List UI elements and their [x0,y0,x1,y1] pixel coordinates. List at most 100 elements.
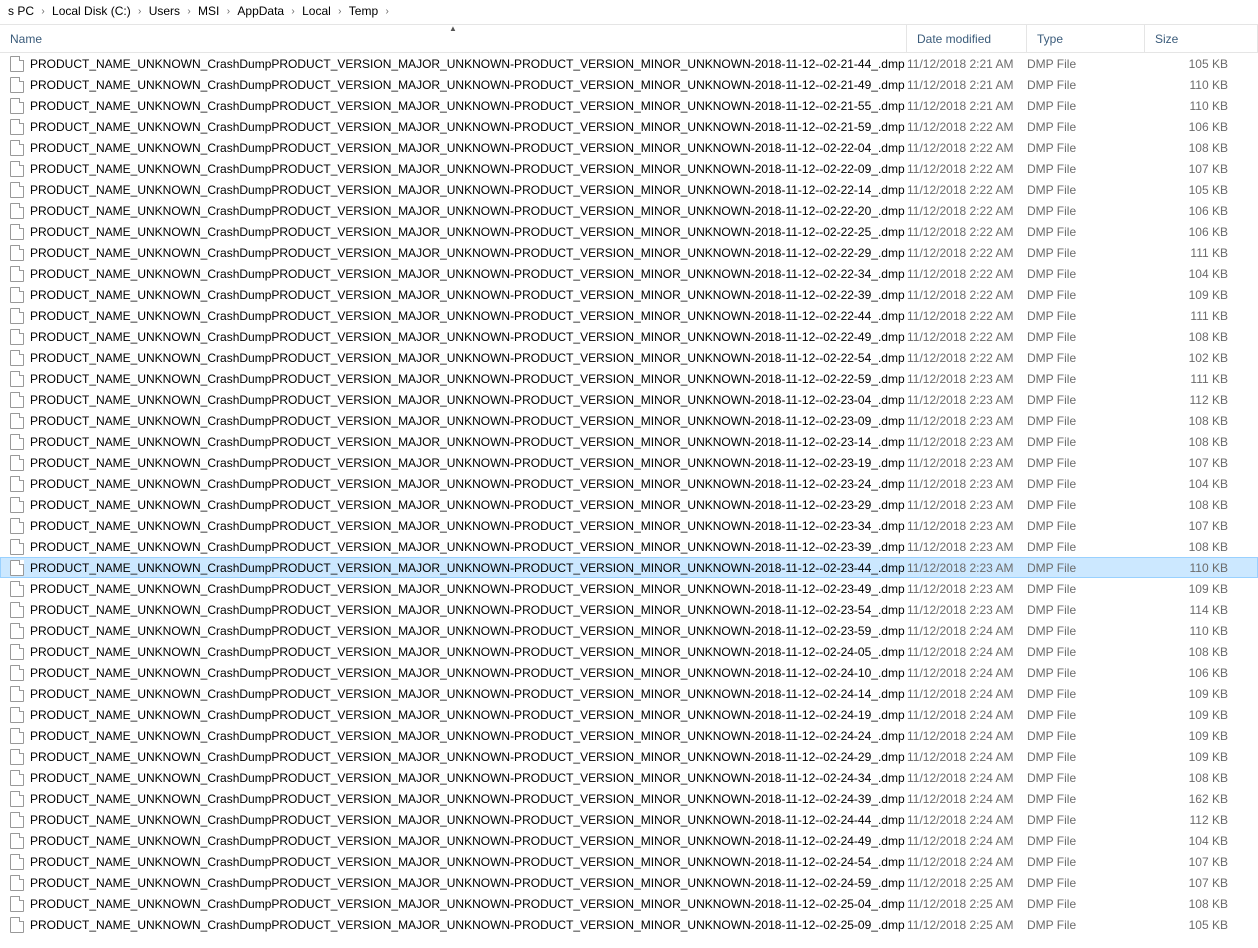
file-row[interactable]: PRODUCT_NAME_UNKNOWN_CrashDumpPRODUCT_VE… [0,431,1258,452]
file-name: PRODUCT_NAME_UNKNOWN_CrashDumpPRODUCT_VE… [30,183,907,197]
file-row[interactable]: PRODUCT_NAME_UNKNOWN_CrashDumpPRODUCT_VE… [0,53,1258,74]
file-row[interactable]: PRODUCT_NAME_UNKNOWN_CrashDumpPRODUCT_VE… [0,494,1258,515]
breadcrumb-item[interactable]: MSI [194,2,223,20]
file-date: 11/12/2018 2:23 AM [907,435,1027,449]
file-size: 104 KB [1145,267,1258,281]
breadcrumb-item[interactable]: AppData [233,2,288,20]
file-icon [10,56,24,72]
file-row[interactable]: PRODUCT_NAME_UNKNOWN_CrashDumpPRODUCT_VE… [0,305,1258,326]
file-list[interactable]: PRODUCT_NAME_UNKNOWN_CrashDumpPRODUCT_VE… [0,53,1258,935]
column-header-date[interactable]: Date modified [907,25,1027,52]
file-type: DMP File [1027,57,1145,71]
file-row[interactable]: PRODUCT_NAME_UNKNOWN_CrashDumpPRODUCT_VE… [0,347,1258,368]
file-size: 112 KB [1145,393,1258,407]
chevron-right-icon[interactable]: › [335,6,345,17]
file-icon [10,287,24,303]
file-row[interactable]: PRODUCT_NAME_UNKNOWN_CrashDumpPRODUCT_VE… [0,410,1258,431]
file-row[interactable]: PRODUCT_NAME_UNKNOWN_CrashDumpPRODUCT_VE… [0,557,1258,578]
file-date: 11/12/2018 2:24 AM [907,666,1027,680]
file-icon [10,707,24,723]
file-row[interactable]: PRODUCT_NAME_UNKNOWN_CrashDumpPRODUCT_VE… [0,389,1258,410]
file-row[interactable]: PRODUCT_NAME_UNKNOWN_CrashDumpPRODUCT_VE… [0,725,1258,746]
file-row[interactable]: PRODUCT_NAME_UNKNOWN_CrashDumpPRODUCT_VE… [0,179,1258,200]
file-row[interactable]: PRODUCT_NAME_UNKNOWN_CrashDumpPRODUCT_VE… [0,263,1258,284]
column-label: Name [10,32,42,46]
file-type: DMP File [1027,204,1145,218]
breadcrumb-item[interactable]: Local Disk (C:) [48,2,135,20]
file-row[interactable]: PRODUCT_NAME_UNKNOWN_CrashDumpPRODUCT_VE… [0,599,1258,620]
file-type: DMP File [1027,624,1145,638]
file-icon [10,497,24,513]
column-header-size[interactable]: Size [1145,25,1258,52]
file-row[interactable]: PRODUCT_NAME_UNKNOWN_CrashDumpPRODUCT_VE… [0,641,1258,662]
file-row[interactable]: PRODUCT_NAME_UNKNOWN_CrashDumpPRODUCT_VE… [0,767,1258,788]
file-row[interactable]: PRODUCT_NAME_UNKNOWN_CrashDumpPRODUCT_VE… [0,242,1258,263]
file-size: 108 KB [1145,330,1258,344]
file-row[interactable]: PRODUCT_NAME_UNKNOWN_CrashDumpPRODUCT_VE… [0,830,1258,851]
file-type: DMP File [1027,918,1145,932]
chevron-right-icon[interactable]: › [38,6,48,17]
file-icon [10,434,24,450]
file-row[interactable]: PRODUCT_NAME_UNKNOWN_CrashDumpPRODUCT_VE… [0,95,1258,116]
file-row[interactable]: PRODUCT_NAME_UNKNOWN_CrashDumpPRODUCT_VE… [0,704,1258,725]
chevron-right-icon[interactable]: › [382,6,392,17]
file-row[interactable]: PRODUCT_NAME_UNKNOWN_CrashDumpPRODUCT_VE… [0,578,1258,599]
file-row[interactable]: PRODUCT_NAME_UNKNOWN_CrashDumpPRODUCT_VE… [0,851,1258,872]
breadcrumb-item[interactable]: Temp [345,2,382,20]
file-name: PRODUCT_NAME_UNKNOWN_CrashDumpPRODUCT_VE… [30,162,907,176]
file-row[interactable]: PRODUCT_NAME_UNKNOWN_CrashDumpPRODUCT_VE… [0,809,1258,830]
file-name: PRODUCT_NAME_UNKNOWN_CrashDumpPRODUCT_VE… [30,204,907,218]
chevron-right-icon[interactable]: › [184,6,194,17]
file-row[interactable]: PRODUCT_NAME_UNKNOWN_CrashDumpPRODUCT_VE… [0,473,1258,494]
file-date: 11/12/2018 2:25 AM [907,918,1027,932]
file-row[interactable]: PRODUCT_NAME_UNKNOWN_CrashDumpPRODUCT_VE… [0,116,1258,137]
file-row[interactable]: PRODUCT_NAME_UNKNOWN_CrashDumpPRODUCT_VE… [0,746,1258,767]
file-date: 11/12/2018 2:22 AM [907,351,1027,365]
file-row[interactable]: PRODUCT_NAME_UNKNOWN_CrashDumpPRODUCT_VE… [0,788,1258,809]
file-name: PRODUCT_NAME_UNKNOWN_CrashDumpPRODUCT_VE… [30,57,907,71]
file-row[interactable]: PRODUCT_NAME_UNKNOWN_CrashDumpPRODUCT_VE… [0,620,1258,641]
file-row[interactable]: PRODUCT_NAME_UNKNOWN_CrashDumpPRODUCT_VE… [0,683,1258,704]
file-row[interactable]: PRODUCT_NAME_UNKNOWN_CrashDumpPRODUCT_VE… [0,137,1258,158]
file-row[interactable]: PRODUCT_NAME_UNKNOWN_CrashDumpPRODUCT_VE… [0,284,1258,305]
file-date: 11/12/2018 2:21 AM [907,99,1027,113]
column-header-name[interactable]: Name ▲ [0,25,907,52]
file-row[interactable]: PRODUCT_NAME_UNKNOWN_CrashDumpPRODUCT_VE… [0,74,1258,95]
file-icon [10,203,24,219]
file-type: DMP File [1027,393,1145,407]
chevron-right-icon[interactable]: › [223,6,233,17]
file-row[interactable]: PRODUCT_NAME_UNKNOWN_CrashDumpPRODUCT_VE… [0,158,1258,179]
file-date: 11/12/2018 2:23 AM [907,498,1027,512]
file-row[interactable]: PRODUCT_NAME_UNKNOWN_CrashDumpPRODUCT_VE… [0,221,1258,242]
file-size: 108 KB [1145,771,1258,785]
file-row[interactable]: PRODUCT_NAME_UNKNOWN_CrashDumpPRODUCT_VE… [0,368,1258,389]
file-row[interactable]: PRODUCT_NAME_UNKNOWN_CrashDumpPRODUCT_VE… [0,326,1258,347]
file-row[interactable]: PRODUCT_NAME_UNKNOWN_CrashDumpPRODUCT_VE… [0,893,1258,914]
file-date: 11/12/2018 2:25 AM [907,897,1027,911]
file-name: PRODUCT_NAME_UNKNOWN_CrashDumpPRODUCT_VE… [30,645,907,659]
file-row[interactable]: PRODUCT_NAME_UNKNOWN_CrashDumpPRODUCT_VE… [0,872,1258,893]
breadcrumb-item[interactable]: Users [145,2,184,20]
file-row[interactable]: PRODUCT_NAME_UNKNOWN_CrashDumpPRODUCT_VE… [0,452,1258,473]
file-type: DMP File [1027,330,1145,344]
column-header-type[interactable]: Type [1027,25,1145,52]
file-row[interactable]: PRODUCT_NAME_UNKNOWN_CrashDumpPRODUCT_VE… [0,515,1258,536]
chevron-right-icon[interactable]: › [135,6,145,17]
file-row[interactable]: PRODUCT_NAME_UNKNOWN_CrashDumpPRODUCT_VE… [0,536,1258,557]
file-size: 102 KB [1145,351,1258,365]
chevron-right-icon[interactable]: › [288,6,298,17]
breadcrumb[interactable]: s PC›Local Disk (C:)›Users›MSI›AppData›L… [0,0,1258,22]
file-date: 11/12/2018 2:24 AM [907,834,1027,848]
breadcrumb-item[interactable]: Local [298,2,335,20]
file-size: 109 KB [1145,750,1258,764]
file-name: PRODUCT_NAME_UNKNOWN_CrashDumpPRODUCT_VE… [30,225,907,239]
column-label: Type [1037,32,1063,46]
file-name: PRODUCT_NAME_UNKNOWN_CrashDumpPRODUCT_VE… [30,771,907,785]
breadcrumb-item[interactable]: s PC [4,2,38,20]
file-row[interactable]: PRODUCT_NAME_UNKNOWN_CrashDumpPRODUCT_VE… [0,914,1258,935]
file-row[interactable]: PRODUCT_NAME_UNKNOWN_CrashDumpPRODUCT_VE… [0,662,1258,683]
file-row[interactable]: PRODUCT_NAME_UNKNOWN_CrashDumpPRODUCT_VE… [0,200,1258,221]
file-date: 11/12/2018 2:21 AM [907,57,1027,71]
file-date: 11/12/2018 2:22 AM [907,330,1027,344]
file-type: DMP File [1027,876,1145,890]
